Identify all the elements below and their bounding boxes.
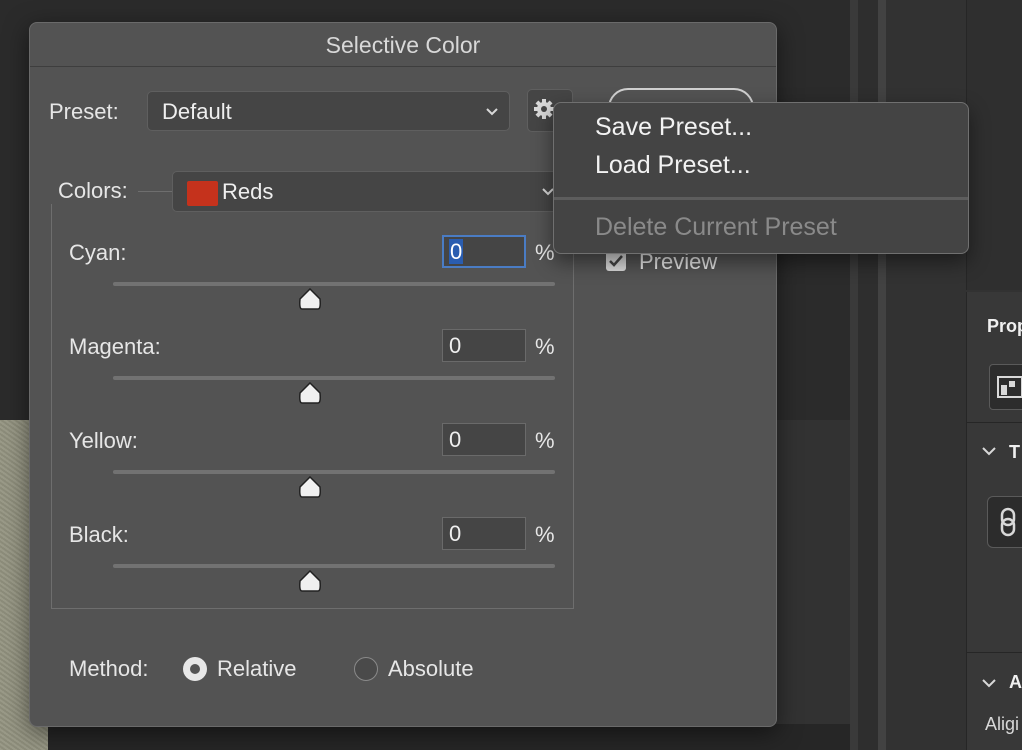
black-slider-thumb[interactable]	[298, 570, 322, 592]
cyan-percent: %	[535, 240, 555, 265]
preset-value: Default	[162, 99, 232, 124]
link-icon[interactable]	[987, 496, 1022, 548]
menu-item-load-preset[interactable]: Load Preset...	[595, 151, 751, 180]
magenta-label: Magenta:	[69, 334, 161, 359]
divider	[967, 652, 1022, 653]
black-input[interactable]: 0	[442, 517, 526, 550]
checkmark-icon	[609, 255, 623, 267]
yellow-percent: %	[535, 428, 555, 453]
side-panel-top	[966, 0, 1022, 290]
align-label: Aligi	[985, 714, 1020, 734]
black-label: Black:	[69, 522, 129, 547]
menu-separator	[554, 197, 968, 200]
colors-groupbox: Colors: Reds Cyan: 0 % Magenta: 0 % Yell…	[50, 171, 574, 609]
preview-checkbox[interactable]	[606, 251, 626, 271]
magenta-slider-thumb[interactable]	[298, 382, 322, 404]
transform-section-title: T	[1009, 442, 1020, 462]
chevron-down-icon	[485, 101, 499, 126]
yellow-input[interactable]: 0	[442, 423, 526, 456]
reds-swatch	[187, 181, 218, 206]
properties-panel: Prop T A Aligi	[966, 292, 1022, 750]
chevron-down-icon[interactable]	[981, 444, 997, 462]
layer-thumbnail-icon[interactable]	[989, 364, 1022, 410]
preset-select[interactable]: Default	[147, 91, 510, 131]
dialog-title: Selective Color	[30, 23, 776, 67]
magenta-percent: %	[535, 334, 555, 359]
method-label: Method:	[69, 656, 149, 681]
black-slider-track[interactable]	[113, 564, 555, 568]
cyan-input[interactable]: 0	[442, 235, 526, 268]
absolute-radio[interactable]	[354, 657, 378, 681]
magenta-slider-track[interactable]	[113, 376, 555, 380]
magenta-input[interactable]: 0	[442, 329, 526, 362]
black-percent: %	[535, 522, 555, 547]
properties-title: Prop	[987, 316, 1022, 336]
yellow-slider-track[interactable]	[113, 470, 555, 474]
yellow-slider-thumb[interactable]	[298, 476, 322, 498]
cyan-label: Cyan:	[69, 240, 127, 265]
cyan-slider-track[interactable]	[113, 282, 555, 286]
relative-radio[interactable]	[183, 657, 207, 681]
colors-label: Colors:	[50, 178, 138, 204]
menu-item-delete-preset: Delete Current Preset	[595, 213, 837, 241]
chevron-down-icon[interactable]	[981, 676, 997, 694]
menu-item-save-preset[interactable]: Save Preset...	[595, 113, 752, 142]
cyan-slider-thumb[interactable]	[298, 288, 322, 310]
preset-label: Preset:	[49, 99, 119, 124]
yellow-label: Yellow:	[69, 428, 138, 453]
relative-label[interactable]: Relative	[217, 656, 296, 682]
divider	[967, 422, 1022, 423]
absolute-label[interactable]: Absolute	[388, 656, 474, 682]
preset-options-menu: Save Preset... Load Preset... Delete Cur…	[553, 102, 969, 254]
align-section-title: A	[1009, 672, 1022, 692]
colors-value: Reds	[222, 179, 274, 204]
app-bottom-bar	[48, 724, 858, 750]
colors-select[interactable]: Reds	[172, 171, 562, 212]
